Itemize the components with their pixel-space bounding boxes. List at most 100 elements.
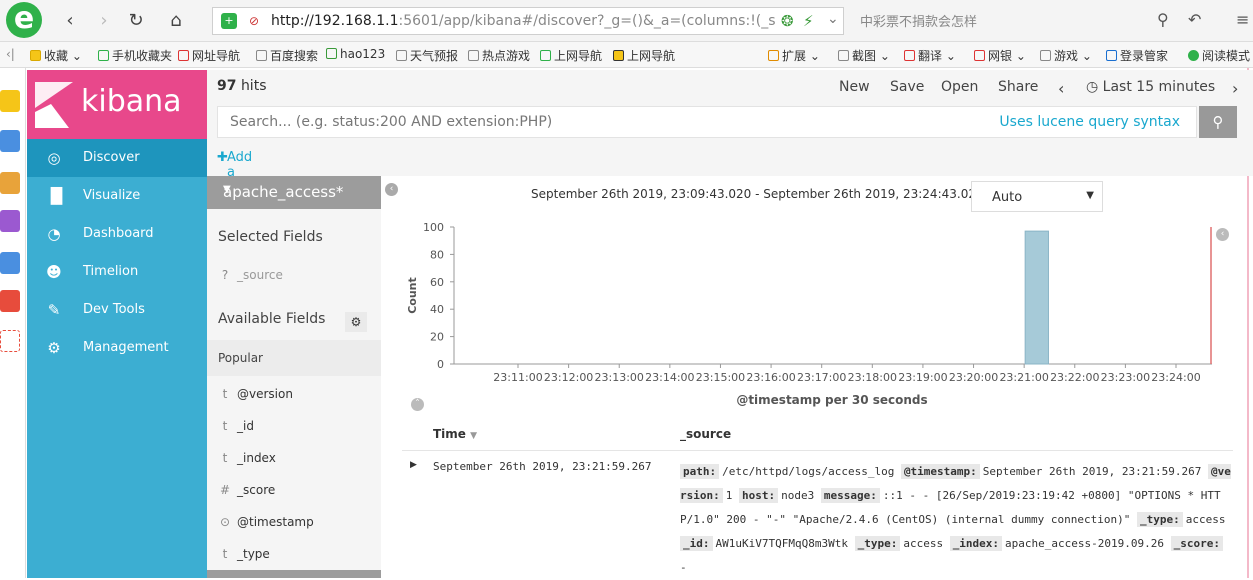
save-button[interactable]: Save (890, 79, 924, 95)
nav-visualize[interactable]: ▐▌ Visualize (27, 177, 207, 215)
app-icon[interactable] (0, 172, 20, 194)
histogram-chart: 02040608010023:11:00 23:12:00 23:13:00 23:1… (406, 221, 1212, 407)
mail-icon[interactable] (0, 330, 20, 352)
timelion-icon: ☻ (46, 263, 62, 281)
index-pattern-select[interactable]: apache_access* ▼ (207, 176, 381, 209)
nav-management[interactable]: ⚙ Management (27, 329, 207, 367)
bar-chart-icon: ▐▌ (45, 187, 69, 205)
back-icon[interactable]: ‹ (58, 9, 82, 33)
share-button[interactable]: Share (998, 79, 1038, 95)
speed-icon[interactable]: ⚡ (803, 12, 814, 30)
bookmark-item[interactable]: 上网导航 (540, 47, 602, 64)
x-tick-label: 23:15:00 (696, 371, 745, 384)
expand-row-icon[interactable]: ▶ (410, 460, 417, 470)
reload-icon[interactable]: ↻ (124, 9, 148, 33)
app-icon[interactable] (0, 252, 20, 274)
bookmark-item[interactable]: 百度搜索 (256, 47, 318, 64)
source-field-value: AW1uKiV7TQFMqQ8m3Wtk (715, 537, 855, 550)
nav-discover[interactable]: ◎ Discover (27, 139, 207, 177)
caret-down-icon: ▼ (1086, 190, 1094, 201)
y-tick-label: 60 (430, 276, 444, 289)
time-column-header[interactable]: Time ▼ (433, 427, 477, 441)
menu-icon[interactable]: ≡ (1236, 10, 1249, 29)
browser-logo-icon: e (6, 2, 42, 38)
time-forward-icon[interactable]: › (1232, 79, 1238, 98)
field-item[interactable]: ⊙ @timestamp (207, 506, 381, 538)
query-bar[interactable]: Search... (e.g. status:200 AND extension… (217, 106, 1197, 138)
bookmark-item[interactable]: 登录管家 (1106, 47, 1168, 64)
bookmark-item[interactable]: 游戏 ⌄ (1040, 47, 1092, 64)
bookmark-item[interactable]: 收藏 ⌄ (30, 47, 82, 64)
field-item[interactable]: t _type (207, 538, 381, 570)
row-time: September 26th 2019, 23:21:59.267 (433, 460, 652, 473)
undo-icon[interactable]: ↶ (1188, 10, 1201, 29)
field-list-scroll[interactable] (207, 570, 381, 578)
time-picker[interactable]: ◷ Last 15 minutes (1086, 79, 1215, 95)
open-button[interactable]: Open (941, 79, 978, 95)
toggle-chart-icon[interactable]: ˄ (411, 398, 424, 411)
bookmark-item[interactable]: 上网导航 (613, 47, 675, 64)
nav-dashboard[interactable]: ◔ Dashboard (27, 215, 207, 253)
x-tick-label: 23:16:00 (746, 371, 795, 384)
source-field-key: host: (739, 488, 779, 503)
home-icon[interactable]: ⌂ (164, 9, 188, 33)
nav-timelion[interactable]: ☻ Timelion (27, 253, 207, 291)
lucene-syntax-link[interactable]: Uses lucene query syntax (999, 114, 1180, 130)
favorites-icon[interactable] (0, 90, 20, 112)
search-suggestion[interactable]: 中彩票不捐款会怎样 (860, 11, 977, 30)
browser-toolbar: e ‹ › ↻ ⌂ + ⊘ http://192.168.1.1:5601/ap… (0, 0, 1253, 42)
source-field-key: @timestamp: (900, 464, 980, 479)
field-item[interactable]: t @version (207, 378, 381, 410)
app-icon[interactable] (0, 130, 20, 152)
field-item[interactable]: ? _source (207, 259, 381, 291)
bookmark-item[interactable]: 手机收藏夹 (98, 47, 172, 64)
source-field-value: access (903, 537, 950, 550)
search-submit-button[interactable]: ⚲ (1199, 106, 1237, 138)
bookmark-item[interactable]: 天气预报 (396, 47, 458, 64)
weibo-icon[interactable] (0, 290, 20, 312)
interval-select[interactable]: Auto ▼ (971, 181, 1103, 212)
add-filter-link[interactable]: Add a filter ✚ (217, 150, 257, 195)
compat-icon[interactable]: ❂ (781, 12, 794, 30)
kibana-logo[interactable]: kibana (27, 70, 207, 139)
hits-count: 97 hits (217, 78, 267, 94)
field-item[interactable]: # _score (207, 474, 381, 506)
source-field-value: September 26th 2019, 23:21:59.267 (982, 465, 1208, 478)
table-row[interactable]: ▶ September 26th 2019, 23:21:59.267 path… (402, 452, 1233, 578)
bookmarks-toggle-icon[interactable]: ‹| (6, 47, 15, 61)
url-text[interactable]: http://192.168.1.1:5601/app/kibana#/disc… (271, 13, 776, 29)
field-settings-gear-icon[interactable]: ⚙ (345, 312, 367, 332)
source-column-header: _source (680, 427, 732, 441)
discover-header: 97 hits New Save Open Share ‹ ◷ Last 15 … (207, 70, 1253, 150)
bookmark-item[interactable]: 截图 ⌄ (838, 47, 890, 64)
bookmark-item[interactable]: 扩展 ⌄ (768, 47, 820, 64)
x-axis-label: @timestamp per 30 seconds (736, 393, 927, 407)
bookmark-item[interactable]: hao123 (326, 47, 385, 61)
query-input[interactable]: Search... (e.g. status:200 AND extension… (230, 114, 552, 130)
y-tick-label: 100 (423, 221, 444, 234)
bookmark-item[interactable]: 翻译 ⌄ (904, 47, 956, 64)
source-field-key: _index: (949, 536, 1003, 551)
bookmark-item[interactable]: 网银 ⌄ (974, 47, 1026, 64)
compass-icon: ◎ (47, 149, 61, 167)
address-bar[interactable]: + ⊘ http://192.168.1.1:5601/app/kibana#/… (212, 7, 844, 35)
bookmark-item[interactable]: 阅读模式 (1188, 47, 1250, 64)
bookmark-item[interactable]: 热点游戏 (468, 47, 530, 64)
dropdown-icon[interactable]: ⌄ (827, 11, 839, 27)
field-item[interactable]: t _id (207, 410, 381, 442)
filter-bar: Add a filter ✚ (207, 150, 1253, 195)
new-button[interactable]: New (839, 79, 870, 95)
bookmarks-bar: ‹| 收藏 ⌄ 手机收藏夹 网址导航 百度搜索 hao123 天气预报 热点游戏… (0, 42, 1253, 68)
x-tick-label: 23:11:00 (493, 371, 542, 384)
bookmark-item[interactable]: 网址导航 (178, 47, 240, 64)
collapse-sidebar-icon[interactable]: ‹ (385, 183, 398, 196)
time-back-icon[interactable]: ‹ (1058, 79, 1064, 98)
source-field-value: access (1185, 513, 1226, 526)
available-fields-title: Available Fields (218, 311, 326, 327)
field-item[interactable]: t _index (207, 442, 381, 474)
app-icon[interactable] (0, 210, 20, 232)
forward-icon[interactable]: › (92, 9, 116, 33)
search-icon[interactable]: ⚲ (1157, 10, 1169, 29)
nav-dev-tools[interactable]: ✎ Dev Tools (27, 291, 207, 329)
y-tick-label: 40 (430, 303, 444, 316)
